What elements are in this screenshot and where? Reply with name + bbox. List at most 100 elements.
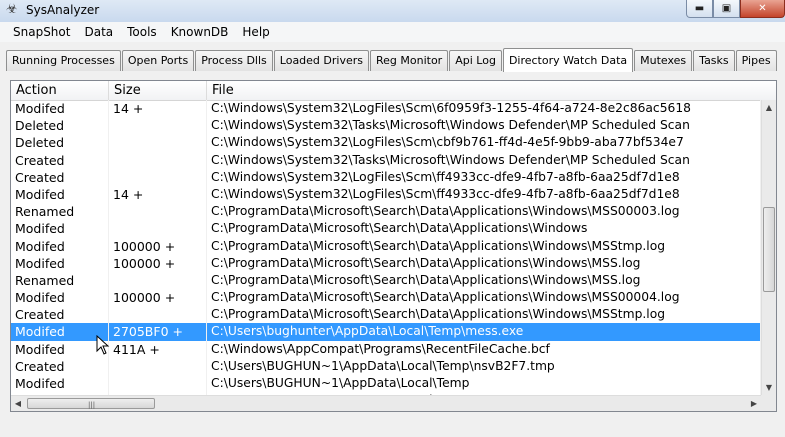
menu-snapshot[interactable]: SnapShot xyxy=(6,25,77,39)
tab-strip: Running Processes Open Ports Process Dlls L… xyxy=(6,47,778,72)
cell-action: Created xyxy=(11,168,109,186)
biohazard-icon: ☣ xyxy=(6,2,18,17)
table-row[interactable]: Created C:\Windows\System32\LogFiles\Scm\… xyxy=(11,168,761,186)
cell-action: Modifed xyxy=(11,185,109,204)
cell-action: Modifed xyxy=(11,254,109,272)
cell-file: C:\Windows\System32\LogFiles\Scm\ff4933c… xyxy=(207,168,761,186)
table-row[interactable]: Modifed 411A + C:\Windows\AppCompat\Progra… xyxy=(11,340,761,358)
cell-file: C:\ProgramData\Microsoft\Search\Data\App… xyxy=(207,289,761,307)
table-row[interactable]: Created C:\ProgramData\Microsoft\Search\D… xyxy=(11,306,761,324)
horizontal-scroll-thumb[interactable]: ||| xyxy=(27,398,155,409)
cell-action: Modifed xyxy=(11,289,109,307)
table-row[interactable]: Renamed C:\ProgramData\Microsoft\Search\D… xyxy=(11,203,761,221)
cell-file: C:\ProgramData\Microsoft\Search\Data\App… xyxy=(207,271,761,290)
cell-file: C:\ProgramData\Microsoft\Search\Data\App… xyxy=(207,203,761,221)
cell-size xyxy=(109,134,207,152)
table-row[interactable]: Deleted C:\Windows\System32\Tasks\Microso… xyxy=(11,117,761,135)
cell-size: 411A + xyxy=(109,340,207,358)
window-title: SysAnalyzer xyxy=(26,3,100,17)
cell-action: Modifed xyxy=(11,100,109,118)
cell-file: C:\Users\BUGHUN~1\AppData\Local\Temp\nsv… xyxy=(207,357,761,375)
cell-action: Modifed xyxy=(11,340,109,358)
cell-file: C:\Windows\System32\Tasks\Microsoft\Wind… xyxy=(207,117,761,135)
window-controls: ▬ ▣ ✕ xyxy=(686,0,785,20)
table-row[interactable]: Modifed 100000 + C:\ProgramData\Microsoft\… xyxy=(11,289,761,307)
minimize-button[interactable]: ▬ xyxy=(686,0,713,18)
scroll-right-arrow-icon[interactable]: ▶ xyxy=(747,396,761,411)
menu-help[interactable]: Help xyxy=(235,25,276,39)
cell-size xyxy=(109,203,207,221)
cell-size xyxy=(109,117,207,135)
menu-tools[interactable]: Tools xyxy=(120,25,164,39)
cell-action: Created xyxy=(11,151,109,169)
table-row[interactable]: Modifed 14 + C:\Windows\System32\LogFiles\… xyxy=(11,100,761,118)
scroll-down-arrow-icon[interactable]: ▼ xyxy=(762,380,776,395)
cell-file: C:\ProgramData\Microsoft\Search\Data\App… xyxy=(207,237,761,255)
table-row[interactable]: Deleted C:\Windows\System32\LogFiles\Scm\… xyxy=(11,134,761,152)
tab-running-processes[interactable]: Running Processes xyxy=(6,50,121,71)
horizontal-scrollbar[interactable]: ◀ ||| ▶ xyxy=(11,395,761,411)
table-row[interactable]: Modifed C:\ProgramData\Microsoft\Search\D… xyxy=(11,220,761,238)
tab-tasks[interactable]: Tasks xyxy=(693,50,735,71)
cell-action: Modifed xyxy=(11,237,109,255)
menu-data[interactable]: Data xyxy=(77,25,120,39)
vertical-scrollbar[interactable]: ▲ ▼ xyxy=(761,100,776,395)
list-header: Action Size File xyxy=(11,81,776,101)
cell-file: C:\ProgramData\Microsoft\Search\Data\App… xyxy=(207,220,761,238)
tab-loaded-drivers[interactable]: Loaded Drivers xyxy=(273,50,369,71)
grip-icon: ||| xyxy=(88,401,96,409)
cell-action: Modifed xyxy=(11,220,109,238)
table-row[interactable]: Created C:\Windows\System32\Tasks\Microso… xyxy=(11,151,761,169)
column-header-file[interactable]: File xyxy=(207,81,776,100)
tab-mutexes[interactable]: Mutexes xyxy=(634,50,693,71)
cell-action: Created xyxy=(11,357,109,375)
table-row[interactable]: Modifed C:\Users\BUGHUN~1\AppData\Local\T… xyxy=(11,375,761,393)
column-header-size[interactable]: Size xyxy=(109,81,207,100)
table-row[interactable]: Modifed 100000 + C:\ProgramData\Microsoft\… xyxy=(11,237,761,255)
mouse-cursor-icon xyxy=(96,335,110,355)
cell-size xyxy=(109,151,207,169)
tab-pipes[interactable]: Pipes xyxy=(735,50,777,71)
cell-size: 14 + xyxy=(109,185,207,204)
cell-file: C:\Windows\System32\LogFiles\Scm\ff4933c… xyxy=(207,185,761,204)
cell-action: Modifed xyxy=(11,323,109,341)
scrollbar-corner xyxy=(761,395,776,411)
column-header-action[interactable]: Action xyxy=(11,81,109,100)
tab-directory-watch-data[interactable]: Directory Watch Data xyxy=(502,48,634,72)
cell-size xyxy=(109,271,207,290)
table-row[interactable]: Modifed 2705BF0 + C:\Users\bughunter\AppDa… xyxy=(11,323,761,341)
cell-action: Created xyxy=(11,306,109,324)
maximize-button[interactable]: ▣ xyxy=(713,0,740,18)
vertical-scroll-thumb[interactable] xyxy=(763,207,775,292)
tab-api-log[interactable]: Api Log xyxy=(449,50,502,71)
scroll-up-arrow-icon[interactable]: ▲ xyxy=(762,100,776,115)
cell-action: Deleted xyxy=(11,134,109,152)
scroll-left-arrow-icon[interactable]: ◀ xyxy=(11,396,25,411)
cell-size: 14 + xyxy=(109,100,207,118)
table-row[interactable]: Modifed 14 + C:\Windows\System32\LogFiles\… xyxy=(11,185,761,204)
cell-size xyxy=(109,306,207,324)
cell-action: Deleted xyxy=(11,117,109,135)
cell-size xyxy=(109,168,207,186)
cell-file: C:\Users\bughunter\AppData\Local\Temp\me… xyxy=(207,323,761,341)
cell-size xyxy=(109,375,207,393)
cell-size: 100000 + xyxy=(109,289,207,307)
cell-size: 100000 + xyxy=(109,237,207,255)
cell-file: C:\ProgramData\Microsoft\Search\Data\App… xyxy=(207,254,761,272)
tab-reg-monitor[interactable]: Reg Monitor xyxy=(370,50,449,71)
table-row[interactable]: Modifed 100000 + C:\ProgramData\Microsoft\… xyxy=(11,254,761,272)
directory-watch-list[interactable]: Action Size File Modifed 14 + C:\Windows\S… xyxy=(10,80,777,412)
table-row[interactable]: Renamed C:\ProgramData\Microsoft\Search\D… xyxy=(11,271,761,290)
cell-size xyxy=(109,357,207,375)
list-rows: Modifed 14 + C:\Windows\System32\LogFiles\… xyxy=(11,100,761,395)
menu-knowndb[interactable]: KnownDB xyxy=(164,25,236,39)
tab-process-dlls[interactable]: Process Dlls xyxy=(195,50,273,71)
tab-open-ports[interactable]: Open Ports xyxy=(121,50,195,71)
table-row[interactable]: Created C:\Users\BUGHUN~1\AppData\Local\T… xyxy=(11,357,761,375)
close-button[interactable]: ✕ xyxy=(740,0,785,18)
cell-file: C:\Windows\System32\Tasks\Microsoft\Wind… xyxy=(207,151,761,169)
title-bar: ☣ SysAnalyzer ▬ ▣ ✕ xyxy=(0,0,785,23)
cell-file: C:\ProgramData\Microsoft\Search\Data\App… xyxy=(207,306,761,324)
cell-file: C:\Windows\System32\LogFiles\Scm\cbf9b76… xyxy=(207,134,761,152)
cell-action: Modifed xyxy=(11,375,109,393)
